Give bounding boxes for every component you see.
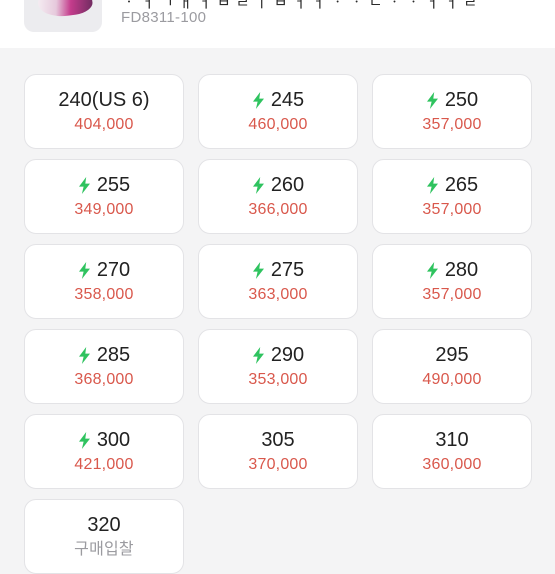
shoe-image [36, 0, 94, 20]
size-label: 300 [96, 429, 131, 451]
size-price: 363,000 [248, 286, 308, 303]
size-line: 250 [426, 88, 478, 112]
size-label: 275 [270, 259, 305, 281]
size-label: 295 [435, 344, 469, 366]
lightning-bolt-icon [426, 91, 438, 109]
size-line: 320 [87, 513, 120, 537]
size-label: 250 [444, 89, 479, 111]
size-option-300[interactable]: 300 421,000 [24, 414, 184, 489]
size-label: 240(US 6) [58, 89, 150, 111]
size-label: 270 [96, 259, 131, 281]
size-price: 357,000 [422, 201, 482, 218]
size-option-280[interactable]: 280 357,000 [372, 244, 532, 319]
bid-status-label: 구매입찰 [74, 541, 134, 558]
product-thumbnail[interactable] [24, 0, 102, 32]
size-line: 290 [252, 343, 304, 367]
size-price: 357,000 [422, 286, 482, 303]
size-label: 280 [444, 259, 479, 281]
size-label: 320 [87, 514, 121, 536]
size-price: 460,000 [248, 116, 308, 133]
size-option-250[interactable]: 250 357,000 [372, 74, 532, 149]
size-line: 270 [78, 258, 130, 282]
size-option-310[interactable]: 310 360,000 [372, 414, 532, 489]
size-option-305[interactable]: 305 370,000 [198, 414, 358, 489]
size-option-265[interactable]: 265 357,000 [372, 159, 532, 234]
size-label: 265 [444, 174, 479, 196]
size-option-320[interactable]: 320 구매입찰 [24, 499, 184, 574]
size-line: 295 [435, 343, 468, 367]
size-grid: 240(US 6) 404,000 245 460,000 250 357,000 255 3… [24, 74, 532, 574]
size-option-255[interactable]: 255 349,000 [24, 159, 184, 234]
lightning-bolt-icon [78, 431, 90, 449]
size-option-245[interactable]: 245 460,000 [198, 74, 358, 149]
size-line: 285 [78, 343, 130, 367]
size-price: 404,000 [74, 116, 134, 133]
size-option-270[interactable]: 270 358,000 [24, 244, 184, 319]
size-label: 305 [261, 429, 295, 451]
size-price: 358,000 [74, 286, 134, 303]
lightning-bolt-icon [78, 261, 90, 279]
size-line: 265 [426, 173, 478, 197]
size-option-285[interactable]: 285 368,000 [24, 329, 184, 404]
size-price: 490,000 [422, 371, 482, 388]
size-label: 310 [435, 429, 469, 451]
size-price: 357,000 [422, 116, 482, 133]
size-price: 353,000 [248, 371, 308, 388]
size-line: 305 [261, 428, 294, 452]
size-line: 300 [78, 428, 130, 452]
size-line: 275 [252, 258, 304, 282]
size-label: 255 [96, 174, 131, 196]
size-line: 280 [426, 258, 478, 282]
size-line: 310 [435, 428, 468, 452]
size-price: 360,000 [422, 456, 482, 473]
lightning-bolt-icon [252, 346, 264, 364]
lightning-bolt-icon [426, 176, 438, 194]
size-option-290[interactable]: 290 353,000 [198, 329, 358, 404]
lightning-bolt-icon [78, 346, 90, 364]
size-line: 240(US 6) [58, 88, 149, 112]
size-label: 260 [270, 174, 305, 196]
model-code: FD8311-100 [121, 9, 207, 26]
lightning-bolt-icon [78, 176, 90, 194]
size-option-260[interactable]: 260 366,000 [198, 159, 358, 234]
size-price: 366,000 [248, 201, 308, 218]
size-label: 245 [270, 89, 305, 111]
size-label: 290 [270, 344, 305, 366]
lightning-bolt-icon [426, 261, 438, 279]
size-price: 370,000 [248, 456, 308, 473]
size-price: 349,000 [74, 201, 134, 218]
size-line: 245 [252, 88, 304, 112]
product-header: ㆍ ㅓ ㄱ ㅐ ㅓ ㅂ ㄹ ㅣ ㅂ ㅓ ㅓ ㆍ ㆍ ㄴ ㆍ ㆍ ㅓ ㅓ ㄹ FD… [0, 0, 555, 48]
size-option-295[interactable]: 295 490,000 [372, 329, 532, 404]
size-option-275[interactable]: 275 363,000 [198, 244, 358, 319]
lightning-bolt-icon [252, 91, 264, 109]
size-line: 260 [252, 173, 304, 197]
size-price: 421,000 [74, 456, 134, 473]
size-price: 368,000 [74, 371, 134, 388]
lightning-bolt-icon [252, 261, 264, 279]
lightning-bolt-icon [252, 176, 264, 194]
size-line: 255 [78, 173, 130, 197]
size-option-240-US-6[interactable]: 240(US 6) 404,000 [24, 74, 184, 149]
size-label: 285 [96, 344, 131, 366]
